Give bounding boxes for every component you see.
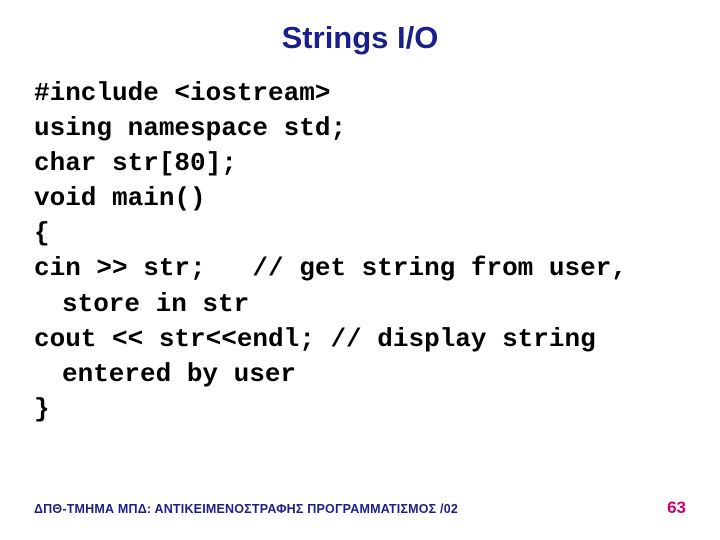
code-line: { — [34, 216, 686, 251]
slide-title: Strings I/O — [0, 0, 720, 66]
code-line: using namespace std; — [34, 111, 686, 146]
code-line: } — [34, 392, 686, 427]
code-line: #include <iostream> — [34, 76, 686, 111]
code-line: cin >> str; // get string from user, sto… — [34, 251, 686, 321]
code-line: char str[80]; — [34, 146, 686, 181]
code-block: #include <iostream> using namespace std;… — [0, 66, 720, 427]
code-line: cout << str<<endl; // display string ent… — [34, 322, 686, 392]
slide-footer: ΔΠΘ-ΤΜΗΜΑ ΜΠΔ: ΑΝΤΙΚΕΙΜΕΝΟΣΤΡΑΦΗΣ ΠΡΟΓΡΑ… — [34, 498, 686, 518]
page-number: 63 — [667, 498, 686, 518]
footer-text: ΔΠΘ-ΤΜΗΜΑ ΜΠΔ: ΑΝΤΙΚΕΙΜΕΝΟΣΤΡΑΦΗΣ ΠΡΟΓΡΑ… — [34, 502, 458, 516]
code-line: void main() — [34, 181, 686, 216]
slide: Strings I/O #include <iostream> using na… — [0, 0, 720, 540]
